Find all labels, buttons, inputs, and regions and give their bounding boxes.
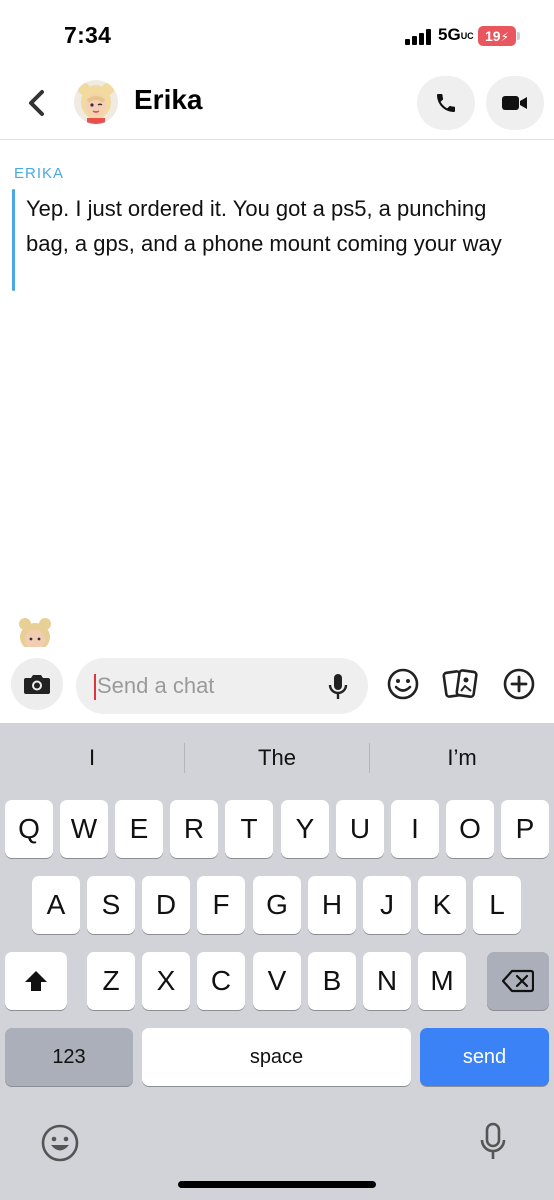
home-indicator: [178, 1181, 376, 1188]
space-key[interactable]: space: [142, 1028, 411, 1086]
chat-text-field[interactable]: Send a chat: [76, 658, 368, 714]
text-caret: [94, 674, 96, 700]
bitmoji-avatar-icon: [78, 83, 114, 124]
back-button[interactable]: [22, 88, 52, 118]
cards-icon[interactable]: [442, 667, 480, 701]
numbers-key[interactable]: 123: [5, 1028, 133, 1086]
chat-input-bar: Send a chat: [0, 647, 554, 723]
key-r[interactable]: R: [170, 800, 218, 858]
emoji-icon[interactable]: [40, 1123, 80, 1163]
key-v[interactable]: V: [253, 952, 301, 1010]
video-icon: [502, 96, 527, 110]
bitmoji-peek-icon: [19, 618, 51, 651]
key-h[interactable]: H: [308, 876, 356, 934]
back-icon: [29, 90, 44, 116]
shift-icon: [25, 971, 47, 991]
key-k[interactable]: K: [418, 876, 466, 934]
dictation-icon[interactable]: [478, 1121, 508, 1163]
key-c[interactable]: C: [197, 952, 245, 1010]
delete-key[interactable]: [487, 952, 549, 1010]
typing-bitmoji-avatar: [16, 615, 54, 651]
phone-icon: [437, 94, 455, 112]
signal-icon: [405, 29, 433, 45]
key-m[interactable]: M: [418, 952, 466, 1010]
key-f[interactable]: F: [197, 876, 245, 934]
network-indicator: 5GUC: [438, 25, 474, 44]
key-l[interactable]: L: [473, 876, 521, 934]
chat-input-placeholder: Send a chat: [97, 673, 215, 698]
delete-icon: [502, 969, 534, 993]
key-i[interactable]: I: [391, 800, 439, 858]
message-sender: ERIKA: [14, 165, 65, 182]
smiley-icon[interactable]: [386, 667, 420, 701]
key-g[interactable]: G: [253, 876, 301, 934]
chat-thread[interactable]: ERIKA Yep. I just ordered it. You got a …: [0, 141, 554, 651]
key-t[interactable]: T: [225, 800, 273, 858]
suggestion-2[interactable]: The: [185, 745, 369, 771]
key-n[interactable]: N: [363, 952, 411, 1010]
key-s[interactable]: S: [87, 876, 135, 934]
status-time: 7:34: [64, 22, 112, 48]
key-y[interactable]: Y: [281, 800, 329, 858]
key-x[interactable]: X: [142, 952, 190, 1010]
suggestion-3[interactable]: I’m: [370, 745, 554, 771]
shift-key[interactable]: [5, 952, 67, 1010]
message-text[interactable]: Yep. I just ordered it. You got a ps5, a…: [26, 191, 526, 261]
camera-button[interactable]: [11, 658, 63, 710]
video-call-button[interactable]: [486, 76, 544, 130]
battery-indicator: 19⚡: [478, 26, 520, 46]
voice-call-button[interactable]: [417, 76, 475, 130]
key-q[interactable]: Q: [5, 800, 53, 858]
microphone-icon[interactable]: [326, 672, 350, 702]
key-u[interactable]: U: [336, 800, 384, 858]
chat-header: Erika: [0, 64, 554, 140]
predictive-bar: I The I’m: [0, 723, 554, 791]
keyboard: I The I’m Q W E R T Y U I O P A S D F G …: [0, 723, 554, 1200]
contact-avatar[interactable]: [74, 80, 118, 124]
plus-circle-icon[interactable]: [502, 667, 536, 701]
send-key[interactable]: send: [420, 1028, 549, 1086]
key-e[interactable]: E: [115, 800, 163, 858]
status-bar: 7:34 5GUC 19⚡: [0, 0, 554, 64]
message-sender-bar: [12, 189, 15, 291]
key-a[interactable]: A: [32, 876, 80, 934]
key-o[interactable]: O: [446, 800, 494, 858]
key-w[interactable]: W: [60, 800, 108, 858]
key-d[interactable]: D: [142, 876, 190, 934]
key-j[interactable]: J: [363, 876, 411, 934]
camera-icon: [24, 675, 50, 694]
suggestion-1[interactable]: I: [0, 745, 184, 771]
contact-name[interactable]: Erika: [134, 84, 203, 116]
key-b[interactable]: B: [308, 952, 356, 1010]
key-p[interactable]: P: [501, 800, 549, 858]
key-z[interactable]: Z: [87, 952, 135, 1010]
